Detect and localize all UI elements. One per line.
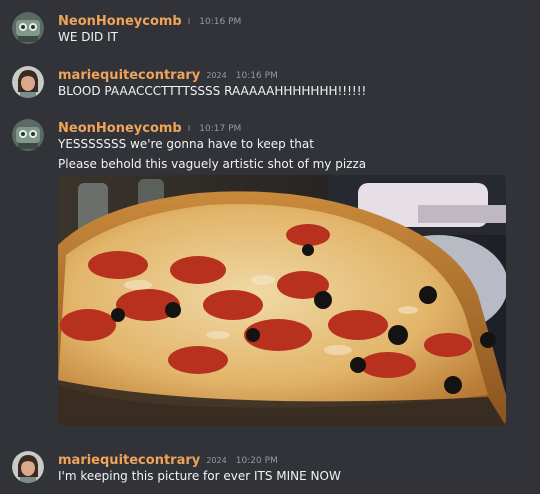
role-badge: 2024 bbox=[206, 71, 227, 80]
avatar-neonhoneycomb[interactable] bbox=[12, 119, 44, 151]
role-badge: 2024 bbox=[206, 456, 227, 465]
role-badge: I bbox=[187, 124, 191, 133]
username[interactable]: mariequitecontrary bbox=[58, 68, 200, 83]
timestamp: 10:17 PM bbox=[199, 124, 242, 134]
chat-log: NeonHoneycomb I 10:16 PM WE DID IT marie… bbox=[0, 0, 540, 494]
username[interactable]: NeonHoneycomb bbox=[58, 121, 182, 136]
message-text: BLOOD PAAACCCTTTTSSSS RAAAAAHHHHHHH!!!!!… bbox=[58, 84, 367, 98]
username[interactable]: mariequitecontrary bbox=[58, 453, 200, 468]
message-text: YESSSSSSS we're gonna have to keep that bbox=[58, 137, 314, 151]
username[interactable]: NeonHoneycomb bbox=[58, 14, 182, 29]
timestamp: 10:16 PM bbox=[199, 17, 242, 27]
avatar-neonhoneycomb[interactable] bbox=[12, 12, 44, 44]
pizza-photo bbox=[58, 175, 506, 426]
role-badge: I bbox=[187, 17, 191, 26]
timestamp: 10:20 PM bbox=[235, 456, 278, 466]
avatar-mariequitecontrary[interactable] bbox=[12, 451, 44, 483]
avatar-mariequitecontrary[interactable] bbox=[12, 66, 44, 98]
message-text: I'm keeping this picture for ever ITS MI… bbox=[58, 469, 341, 483]
message-text: Please behold this vaguely artistic shot… bbox=[58, 157, 367, 171]
timestamp: 10:16 PM bbox=[235, 71, 278, 81]
message-text: WE DID IT bbox=[58, 30, 118, 44]
image-attachment[interactable] bbox=[58, 175, 506, 426]
